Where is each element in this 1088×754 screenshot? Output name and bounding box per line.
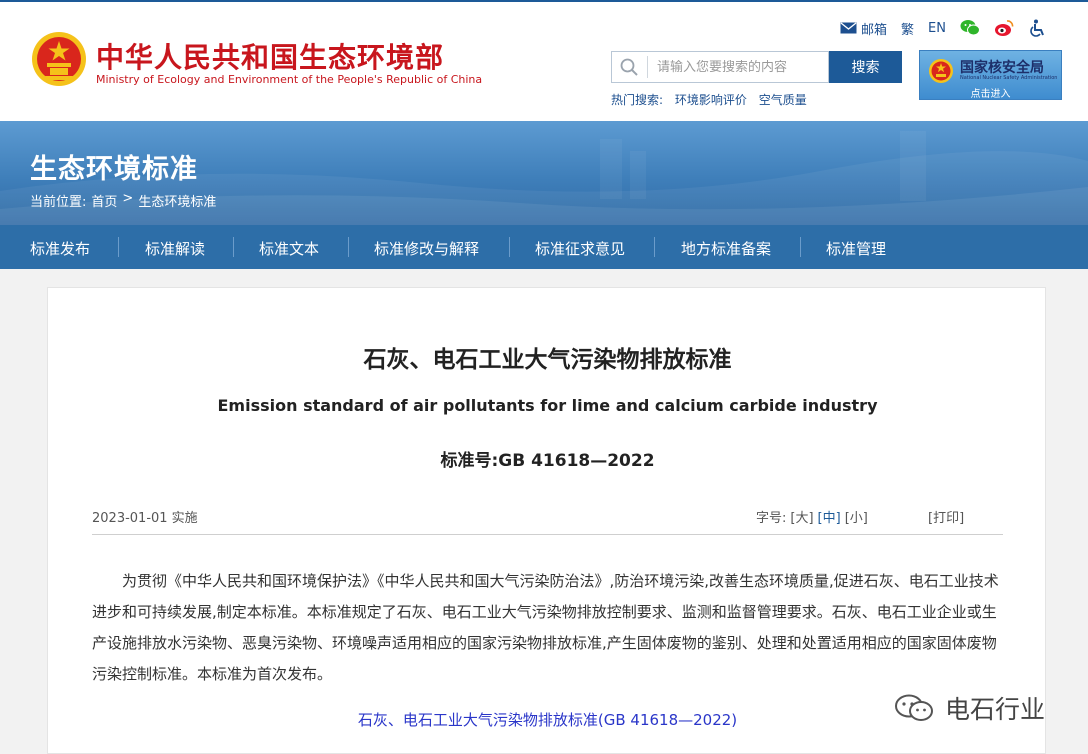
effective-date: 2023-01-01 实施 — [92, 511, 198, 526]
wechat-watermark-icon — [895, 694, 933, 721]
weibo-link[interactable] — [994, 19, 1014, 37]
search-separator — [647, 56, 648, 78]
section-banner: 生态环境标准 当前位置: 首页 > 生态环境标准 — [0, 121, 1088, 225]
nav-separator — [118, 237, 119, 257]
nav-separator — [654, 237, 655, 257]
nav-item-standard-text[interactable]: 标准文本 — [259, 238, 319, 259]
hot-search: 热门搜索: 环境影响评价 空气质量 — [611, 91, 815, 108]
nav-item-standard-revision[interactable]: 标准修改与解释 — [374, 238, 479, 259]
site-title[interactable]: 中华人民共和国生态环境部 — [96, 36, 444, 76]
font-size-label: 字号: — [756, 511, 787, 526]
english-link[interactable]: EN — [928, 21, 946, 36]
hot-search-label: 热门搜索: — [611, 93, 664, 107]
font-size-control: 字号: [大] [中] [小] — [756, 507, 872, 526]
font-size-medium-button[interactable]: [中] — [818, 507, 841, 526]
print-button[interactable]: [打印] — [928, 507, 964, 526]
breadcrumb-separator: > — [122, 191, 134, 206]
mail-icon — [840, 22, 857, 34]
nsa-title: 国家核安全局 — [960, 60, 1044, 76]
traditional-chinese-link[interactable]: 繁 — [901, 19, 914, 38]
national-emblem-icon[interactable] — [30, 30, 88, 88]
nsa-emblem-icon — [929, 59, 953, 83]
font-size-large-button[interactable]: [大] — [790, 507, 813, 526]
nav-separator — [800, 237, 801, 257]
main-nav: 标准发布 标准解读 标准文本 标准修改与解释 标准征求意见 地方标准备案 标准管… — [0, 225, 1088, 269]
font-size-small-button[interactable]: [小] — [845, 507, 868, 526]
nav-item-local-standard-filing[interactable]: 地方标准备案 — [681, 238, 771, 259]
nsa-enter-label: 点击进入 — [970, 89, 1011, 100]
nsa-banner-link[interactable]: 国家核安全局 National Nuclear Safety Administr… — [919, 50, 1062, 100]
search-box — [611, 51, 829, 83]
nav-item-standard-management[interactable]: 标准管理 — [826, 238, 886, 259]
document-divider — [92, 534, 1003, 535]
breadcrumb-home[interactable]: 首页 — [91, 191, 117, 210]
nav-item-standard-consultation[interactable]: 标准征求意见 — [535, 238, 625, 259]
wechat-icon — [960, 20, 980, 36]
document-title: 石灰、电石工业大气污染物排放标准 — [363, 347, 732, 373]
search-input[interactable] — [657, 59, 817, 75]
accessibility-icon — [1030, 19, 1044, 37]
nsa-subtitle: National Nuclear Safety Administration — [960, 75, 1058, 81]
nav-item-standard-release[interactable]: 标准发布 — [30, 238, 90, 259]
mail-link-label: 邮箱 — [861, 22, 888, 38]
site-title-english: Ministry of Ecology and Environment of t… — [96, 73, 483, 86]
document-card: 石灰、电石工业大气污染物排放标准 Emission standard of ai… — [47, 287, 1046, 754]
mail-link[interactable]: 邮箱 — [840, 19, 887, 38]
standard-number: 标准号:GB 41618—2022 — [440, 451, 655, 471]
breadcrumb-label: 当前位置: — [30, 195, 87, 210]
hot-search-item[interactable]: 环境影响评价 — [675, 93, 747, 107]
nav-separator — [348, 237, 349, 257]
nav-separator — [233, 237, 234, 257]
watermark-text: 电石行业 — [945, 695, 1046, 724]
accessibility-link[interactable] — [1028, 19, 1048, 37]
breadcrumb: 当前位置: 首页 > 生态环境标准 — [30, 191, 221, 210]
search-button[interactable]: 搜索 — [829, 51, 902, 83]
top-links: 邮箱 繁 EN — [840, 18, 1062, 38]
hot-search-item[interactable]: 空气质量 — [759, 93, 807, 107]
document-body: 为贯彻《中华人民共和国环境保护法》《中华人民共和国大气污染防治法》,防治环境污染… — [92, 572, 999, 683]
nav-item-standard-interpretation[interactable]: 标准解读 — [145, 238, 205, 259]
document-title-english: Emission standard of air pollutants for … — [217, 396, 878, 415]
site-header: 中华人民共和国生态环境部 Ministry of Ecology and Env… — [0, 0, 1088, 121]
wechat-watermark: 电石行业 — [893, 690, 1045, 726]
search-icon — [620, 58, 638, 76]
header-top-line — [0, 0, 1088, 2]
section-title: 生态环境标准 — [30, 154, 198, 185]
weibo-icon — [994, 20, 1014, 36]
wechat-link[interactable] — [960, 19, 980, 37]
breadcrumb-current[interactable]: 生态环境标准 — [138, 191, 216, 210]
nav-separator — [509, 237, 510, 257]
